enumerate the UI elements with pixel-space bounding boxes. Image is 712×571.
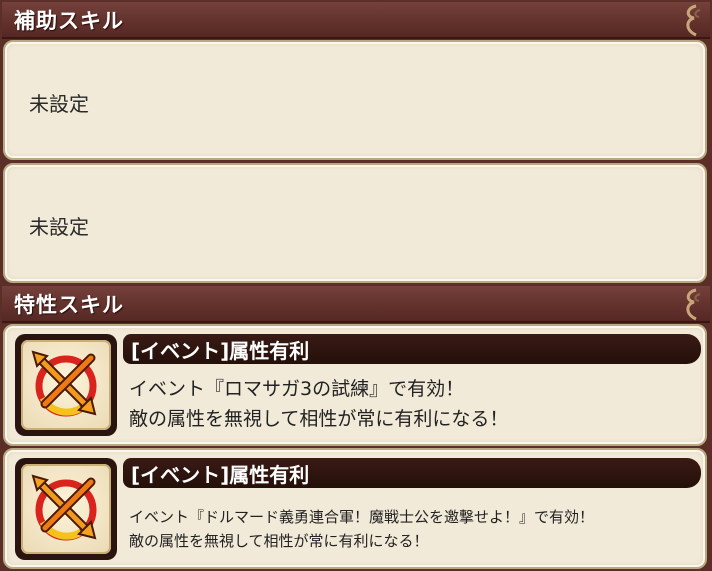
skill-desc-line-2: 敵の属性を無視して相性が常に有利になる！ (129, 532, 429, 550)
skill-icon-frame (15, 458, 117, 560)
support-slot-1[interactable]: 未設定 (3, 40, 707, 160)
crossed-arrows-icon (21, 340, 111, 430)
skill-name: [イベント]属性有利 (131, 463, 310, 487)
trait-skill-card-2[interactable]: [イベント]属性有利 イベント『ドルマード義勇連合軍！魔戦士公を邀撃せよ！』で有… (3, 448, 707, 569)
crossed-arrows-icon (21, 464, 111, 554)
skill-desc-line-1: イベント『ロマサガ3の試練』で有効！ (129, 378, 465, 400)
skill-icon-frame (15, 334, 117, 436)
skill-name: [イベント]属性有利 (131, 339, 310, 363)
support-skill-title: 補助スキル (14, 9, 124, 33)
trait-skill-header: 特性スキル (2, 286, 710, 323)
support-slot-2[interactable]: 未設定 (3, 163, 707, 283)
scroll-curl-icon (686, 288, 701, 321)
skill-name-bar: [イベント]属性有利 (123, 334, 701, 364)
skill-desc-line-1: イベント『ドルマード義勇連合軍！魔戦士公を邀撃せよ！』で有効！ (129, 508, 595, 526)
trait-skill-title: 特性スキル (14, 293, 124, 317)
support-slot-label: 未設定 (29, 92, 89, 116)
skill-desc-line-2: 敵の属性を無視して相性が常に有利になる！ (129, 408, 509, 430)
support-slot-label: 未設定 (29, 215, 89, 239)
scroll-curl-icon (686, 4, 701, 37)
skill-name-bar: [イベント]属性有利 (123, 458, 701, 488)
support-skill-header: 補助スキル (2, 2, 710, 39)
trait-skill-card-1[interactable]: [イベント]属性有利 イベント『ロマサガ3の試練』で有効！ 敵の属性を無視して相… (3, 324, 707, 446)
